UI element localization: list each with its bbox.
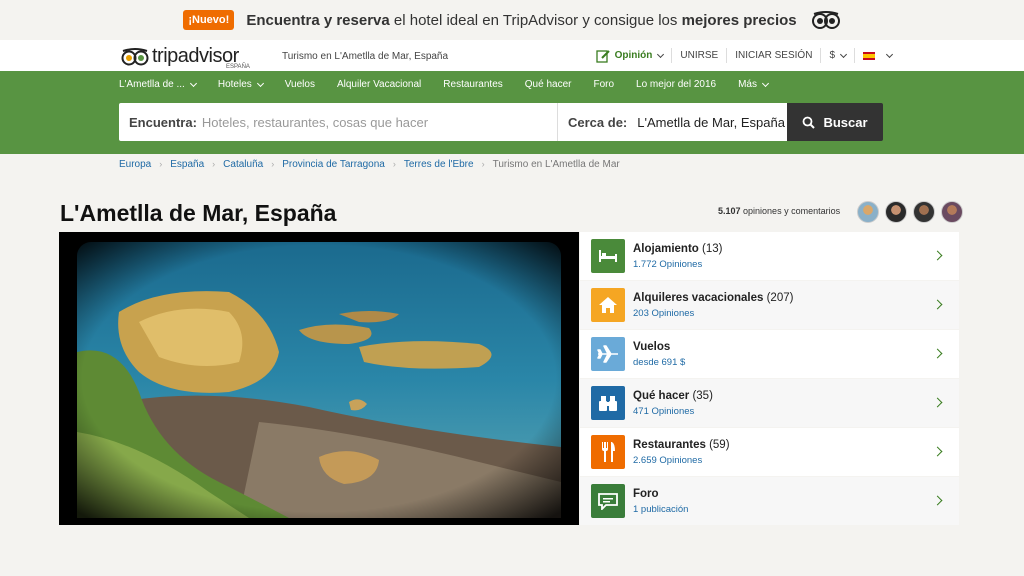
site-header: tripadvisor ESPAÑA Turismo en L'Ametlla … xyxy=(0,40,1024,71)
chevron-right-icon xyxy=(932,348,943,359)
category-sub[interactable]: desde 691 $ xyxy=(633,357,685,368)
owl-logo-icon xyxy=(121,48,149,66)
nav-forum[interactable]: Foro xyxy=(593,79,614,90)
write-review-link[interactable]: Opinión xyxy=(588,48,673,63)
category-sub[interactable]: 2.659 Opiniones xyxy=(633,455,730,466)
category-sub[interactable]: 203 Opiniones xyxy=(633,308,793,319)
reviewer-avatars xyxy=(857,201,969,223)
avatar[interactable] xyxy=(885,201,907,223)
spain-flag-icon xyxy=(863,51,875,60)
page-title: L'Ametlla de Mar, España xyxy=(60,200,337,226)
nav-destination[interactable]: L'Ametlla de ... xyxy=(119,79,197,90)
binoculars-icon xyxy=(591,386,625,420)
reviews-summary[interactable]: 5.107 opiniones y comentarios xyxy=(718,206,840,216)
promo-banner[interactable]: ¡Nuevo! Encuentra y reserva el hotel ide… xyxy=(0,0,1024,40)
breadcrumb-item[interactable]: España xyxy=(170,159,204,170)
logo-subtitle: ESPAÑA xyxy=(226,64,250,70)
find-input[interactable]: Encuentra: Hoteles, restaurantes, cosas … xyxy=(119,103,558,141)
chevron-right-icon xyxy=(932,250,943,261)
chevron-down-icon xyxy=(839,50,848,58)
category-row-lodging[interactable]: Alojamiento (13) 1.772 Opiniones xyxy=(580,232,959,280)
nav-hotels[interactable]: Hoteles xyxy=(218,79,264,90)
category-list: Alojamiento (13) 1.772 Opiniones Alquiler… xyxy=(580,232,959,525)
chat-icon xyxy=(591,484,625,518)
header-actions: Opinión UNIRSE INICIAR SESIÓN $ xyxy=(588,40,900,71)
nav-best-of-2016[interactable]: Lo mejor del 2016 xyxy=(636,79,716,90)
plane-icon xyxy=(591,337,625,371)
bed-icon xyxy=(591,239,625,273)
chevron-right-icon xyxy=(932,495,943,506)
near-value: L'Ametlla de Mar, España xyxy=(637,114,785,130)
category-row-flights[interactable]: Vuelos desde 691 $ xyxy=(580,330,959,378)
signin-link[interactable]: INICIAR SESIÓN xyxy=(727,48,822,63)
breadcrumb-item[interactable]: Terres de l'Ebre xyxy=(404,159,474,170)
avatar[interactable] xyxy=(941,201,963,223)
breadcrumb-current: Turismo en L'Ametlla de Mar xyxy=(492,159,620,170)
chevron-down-icon xyxy=(885,50,894,58)
breadcrumb-item[interactable]: Cataluña xyxy=(223,159,263,170)
find-label: Encuentra: xyxy=(129,114,197,130)
language-selector[interactable] xyxy=(855,48,900,63)
avatar[interactable] xyxy=(913,201,935,223)
chevron-right-icon xyxy=(932,299,943,310)
currency-selector[interactable]: $ xyxy=(821,48,855,63)
avatar[interactable] xyxy=(857,201,879,223)
category-row-things-to-do[interactable]: Qué hacer (35) 471 Opiniones xyxy=(580,379,959,427)
nav-vacation-rentals[interactable]: Alquiler Vacacional xyxy=(337,79,421,90)
pencil-icon xyxy=(595,49,610,63)
near-input[interactable]: Cerca de: L'Ametlla de Mar, España xyxy=(558,103,787,141)
chevron-down-icon xyxy=(761,79,770,87)
breadcrumb-item[interactable]: Provincia de Tarragona xyxy=(282,159,385,170)
search-icon xyxy=(803,116,816,129)
chevron-right-icon xyxy=(932,397,943,408)
house-icon xyxy=(591,288,625,322)
beach-photo-image xyxy=(59,232,579,525)
near-label: Cerca de: xyxy=(568,114,628,130)
category-row-forum[interactable]: Foro 1 publicación xyxy=(580,477,959,525)
breadcrumb-item[interactable]: Europa xyxy=(119,159,151,170)
nav-more[interactable]: Más xyxy=(738,79,770,90)
join-link[interactable]: UNIRSE xyxy=(672,48,728,63)
fork-knife-icon xyxy=(591,435,625,469)
nav-things-to-do[interactable]: Qué hacer xyxy=(525,79,572,90)
category-sub[interactable]: 1.772 Opiniones xyxy=(633,259,722,270)
chevron-right-icon xyxy=(932,446,943,457)
breadcrumb: Europa › España › Cataluña › Provincia de T… xyxy=(119,159,620,170)
nav-restaurants[interactable]: Restaurantes xyxy=(443,79,502,90)
hero-photo[interactable] xyxy=(59,232,579,525)
chevron-down-icon xyxy=(256,79,264,87)
search-box: Encuentra: Hoteles, restaurantes, cosas … xyxy=(119,103,787,141)
category-row-restaurants[interactable]: Restaurantes (59) 2.659 Opiniones xyxy=(580,428,959,476)
category-sub[interactable]: 471 Opiniones xyxy=(633,406,713,417)
promo-text: Encuentra y reserva el hotel ideal en Tr… xyxy=(246,11,797,29)
new-badge: ¡Nuevo! xyxy=(183,10,235,30)
main-nav: L'Ametlla de ... Hoteles Vuelos Alquiler… xyxy=(119,79,790,90)
chevron-down-icon xyxy=(189,79,197,87)
category-sub[interactable]: 1 publicación xyxy=(633,504,688,515)
search-button[interactable]: Buscar xyxy=(787,103,883,141)
page-tagline: Turismo en L'Ametlla de Mar, España xyxy=(282,51,449,62)
nav-flights[interactable]: Vuelos xyxy=(285,79,315,90)
main-nav-band: L'Ametlla de ... Hoteles Vuelos Alquiler… xyxy=(0,71,1024,154)
find-placeholder: Hoteles, restaurantes, cosas que hacer xyxy=(201,114,429,130)
category-row-vacation-rentals[interactable]: Alquileres vacacionales (207) 203 Opinion… xyxy=(580,281,959,329)
chevron-down-icon xyxy=(657,50,665,58)
owl-icon xyxy=(811,11,840,29)
